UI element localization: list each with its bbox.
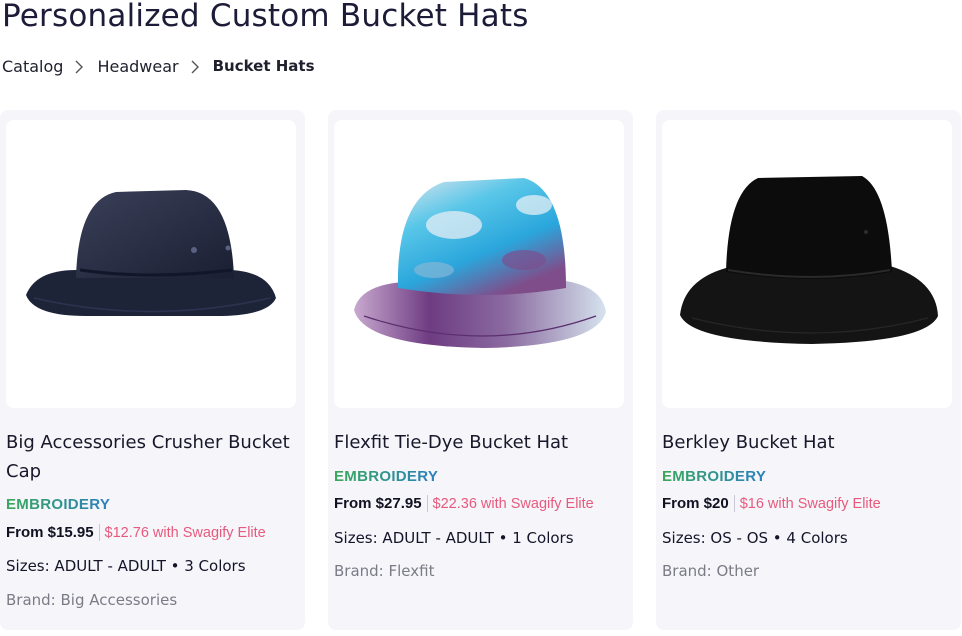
price: From $15.95	[6, 524, 94, 541]
product-card[interactable]: Berkley Bucket Hat EMBROIDERY From $20 $…	[656, 110, 961, 630]
page-title: Personalized Custom Bucket Hats	[2, 0, 529, 34]
embroidery-badge: EMBROIDERY	[662, 467, 772, 489]
breadcrumb-bucket-hats: Bucket Hats	[212, 57, 315, 75]
embroidery-badge: EMBROIDERY	[6, 495, 116, 517]
tie-dye-bucket-hat-image[interactable]	[334, 120, 624, 408]
sizes-info: Sizes: OS - OS • 4 Colors	[662, 529, 848, 547]
breadcrumb-headwear[interactable]: Headwear	[97, 57, 178, 76]
breadcrumb: Catalog Headwear Bucket Hats	[2, 54, 315, 78]
product-title[interactable]: Flexfit Tie-Dye Bucket Hat	[334, 428, 626, 457]
product-card[interactable]: Flexfit Tie-Dye Bucket Hat EMBROIDERY Fr…	[328, 110, 633, 630]
price: From $20	[662, 495, 729, 512]
embroidery-badge: EMBROIDERY	[334, 467, 444, 489]
elite-price: $12.76 with Swagify Elite	[104, 524, 266, 541]
chevron-right-icon	[179, 58, 213, 74]
brand-info: Brand: Big Accessories	[6, 591, 178, 609]
brand-info: Brand: Flexfit	[334, 562, 435, 580]
sizes-info: Sizes: ADULT - ADULT • 3 Colors	[6, 557, 246, 575]
price-row: From $20 $16 with Swagify Elite	[662, 495, 881, 512]
product-card[interactable]: Big Accessories Crusher Bucket Cap EMBRO…	[0, 110, 305, 630]
product-title[interactable]: Berkley Bucket Hat	[662, 428, 954, 457]
price-row: From $15.95 $12.76 with Swagify Elite	[6, 524, 266, 541]
navy-bucket-hat-image[interactable]	[6, 120, 296, 408]
price-separator	[98, 524, 100, 541]
price-separator	[733, 495, 735, 512]
elite-price: $22.36 with Swagify Elite	[432, 495, 594, 512]
price: From $27.95	[334, 495, 422, 512]
badge-text: EMBROIDERY	[6, 496, 110, 513]
brand-info: Brand: Other	[662, 562, 760, 580]
black-bucket-hat-image[interactable]	[662, 120, 952, 408]
chevron-right-icon	[63, 58, 97, 74]
price-separator	[426, 495, 428, 512]
sizes-info: Sizes: ADULT - ADULT • 1 Colors	[334, 529, 574, 547]
badge-text: EMBROIDERY	[662, 468, 766, 485]
elite-price: $16 with Swagify Elite	[739, 495, 881, 512]
price-row: From $27.95 $22.36 with Swagify Elite	[334, 495, 594, 512]
product-title[interactable]: Big Accessories Crusher Bucket Cap	[6, 428, 298, 486]
badge-text: EMBROIDERY	[334, 468, 438, 485]
breadcrumb-catalog[interactable]: Catalog	[2, 57, 63, 76]
